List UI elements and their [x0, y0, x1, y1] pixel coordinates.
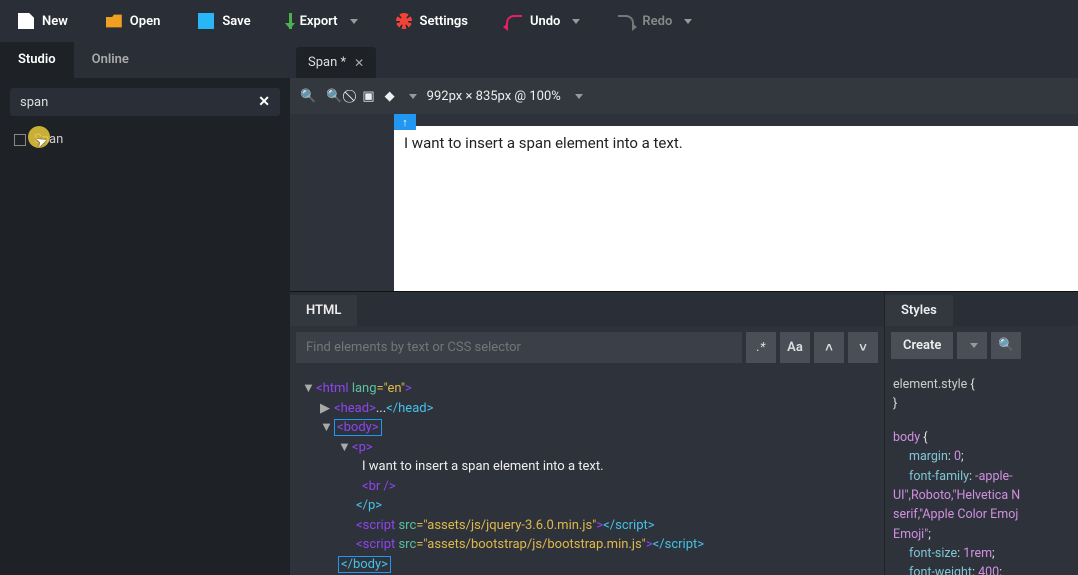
undo-button[interactable]: Undo: [496, 8, 590, 35]
redo-label: Redo: [642, 14, 672, 29]
folder-icon: [106, 13, 122, 29]
search-input[interactable]: [20, 95, 258, 110]
save-label: Save: [222, 14, 250, 29]
gear-icon: [396, 13, 412, 29]
close-icon[interactable]: ✕: [354, 56, 364, 70]
redo-icon: [618, 15, 634, 27]
dom-node-body-close[interactable]: </body>: [338, 556, 391, 573]
layers-icon[interactable]: ◆: [385, 89, 395, 104]
nav-up-button[interactable]: ˄: [814, 332, 844, 363]
tab-studio[interactable]: Studio: [0, 42, 74, 78]
redo-button[interactable]: Redo: [608, 8, 702, 35]
tab-online[interactable]: Online: [74, 42, 147, 78]
anchor-up-icon[interactable]: ↑: [394, 114, 416, 130]
caret-down-icon: [350, 19, 358, 24]
style-dropdown[interactable]: [957, 332, 987, 359]
zoom-in-icon[interactable]: 🔍: [300, 89, 316, 104]
caret-down-icon[interactable]: [575, 94, 583, 99]
caret-down-icon: [572, 19, 580, 24]
undo-icon: [506, 15, 522, 27]
open-button[interactable]: Open: [96, 7, 171, 35]
style-search-button[interactable]: 🔍: [991, 332, 1021, 359]
canvas-dimensions: 992px × 835px @ 100%: [427, 89, 561, 104]
dom-tree[interactable]: ▼<html lang="en"> ▶<head>...</head> ▼<bo…: [290, 369, 884, 575]
create-style-button[interactable]: Create: [891, 332, 953, 359]
disk-icon: [198, 13, 214, 29]
main-toolbar: New Open Save Export Settings Undo Redo: [0, 0, 1078, 42]
zoom-out-icon[interactable]: 🔍: [326, 89, 342, 104]
dom-filter-input[interactable]: [296, 332, 742, 363]
export-icon: [289, 13, 292, 29]
regex-toggle[interactable]: .*: [746, 332, 776, 363]
editor-area: Span * ✕ 🔍 🔍 ⃠ ▣ ◆ 992px × 835px @ 100% …: [290, 42, 1078, 575]
document-tab-label: Span *: [308, 55, 346, 70]
canvas-text: I want to insert a span element into a t…: [404, 134, 683, 152]
document-tabs: Span * ✕: [290, 42, 1078, 78]
tab-styles[interactable]: Styles: [885, 295, 953, 326]
clear-search-icon[interactable]: ✕: [258, 94, 270, 110]
left-sidebar: Studio Online ✕ ➤ Span: [0, 42, 290, 575]
save-button[interactable]: Save: [188, 7, 260, 35]
file-icon: [18, 13, 34, 29]
view-toolbar: 🔍 🔍 ⃠ ▣ ◆ 992px × 835px @ 100%: [290, 78, 1078, 114]
dom-node-body-open[interactable]: <body>: [334, 419, 382, 436]
export-label: Export: [300, 14, 338, 29]
case-toggle[interactable]: Aa: [780, 332, 810, 363]
canvas[interactable]: I want to insert a span element into a t…: [394, 126, 1078, 291]
settings-label: Settings: [420, 14, 468, 29]
new-label: New: [42, 14, 68, 29]
caret-down-icon: [684, 19, 692, 24]
new-button[interactable]: New: [8, 7, 78, 35]
export-button[interactable]: Export: [279, 7, 368, 35]
caret-down-icon: [409, 94, 417, 99]
component-item-span[interactable]: ➤ Span: [0, 126, 290, 153]
document-tab-span[interactable]: Span * ✕: [296, 47, 376, 78]
settings-button[interactable]: Settings: [386, 7, 478, 35]
undo-label: Undo: [530, 14, 560, 29]
nav-down-button[interactable]: ˅: [848, 332, 878, 363]
open-label: Open: [130, 14, 161, 29]
component-search[interactable]: ✕: [10, 88, 280, 116]
image-icon[interactable]: ▣: [362, 89, 374, 104]
sidebar-tabs: Studio Online: [0, 42, 290, 78]
styles-panel: Styles Create 🔍 element.style { } body {…: [884, 292, 1078, 575]
component-icon: [14, 134, 26, 146]
css-rules[interactable]: element.style { } body { margin: 0; font…: [885, 365, 1078, 575]
canvas-viewport[interactable]: ↑ I want to insert a span element into a…: [290, 114, 1078, 291]
html-panel: HTML .* Aa ˄ ˅ ▼<html lang="en"> ▶<head>…: [290, 292, 884, 575]
tab-html[interactable]: HTML: [290, 295, 357, 326]
